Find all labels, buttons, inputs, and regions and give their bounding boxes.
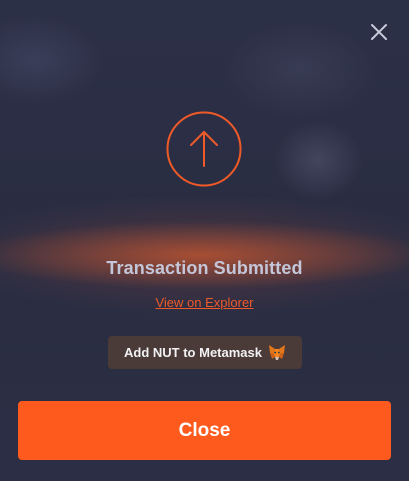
add-token-to-metamask-button[interactable]: Add NUT to Metamask [108,336,302,369]
close-button[interactable]: Close [18,401,391,460]
add-token-label: Add NUT to Metamask [124,345,262,360]
view-on-explorer-link[interactable]: View on Explorer [0,295,409,310]
close-icon[interactable] [369,22,389,42]
metamask-fox-icon [268,344,286,361]
transaction-modal: Transaction Submitted View on Explorer A… [0,0,409,481]
modal-title: Transaction Submitted [106,258,303,278]
arrow-up-circle-icon [166,111,242,187]
close-button-label: Close [178,419,231,441]
